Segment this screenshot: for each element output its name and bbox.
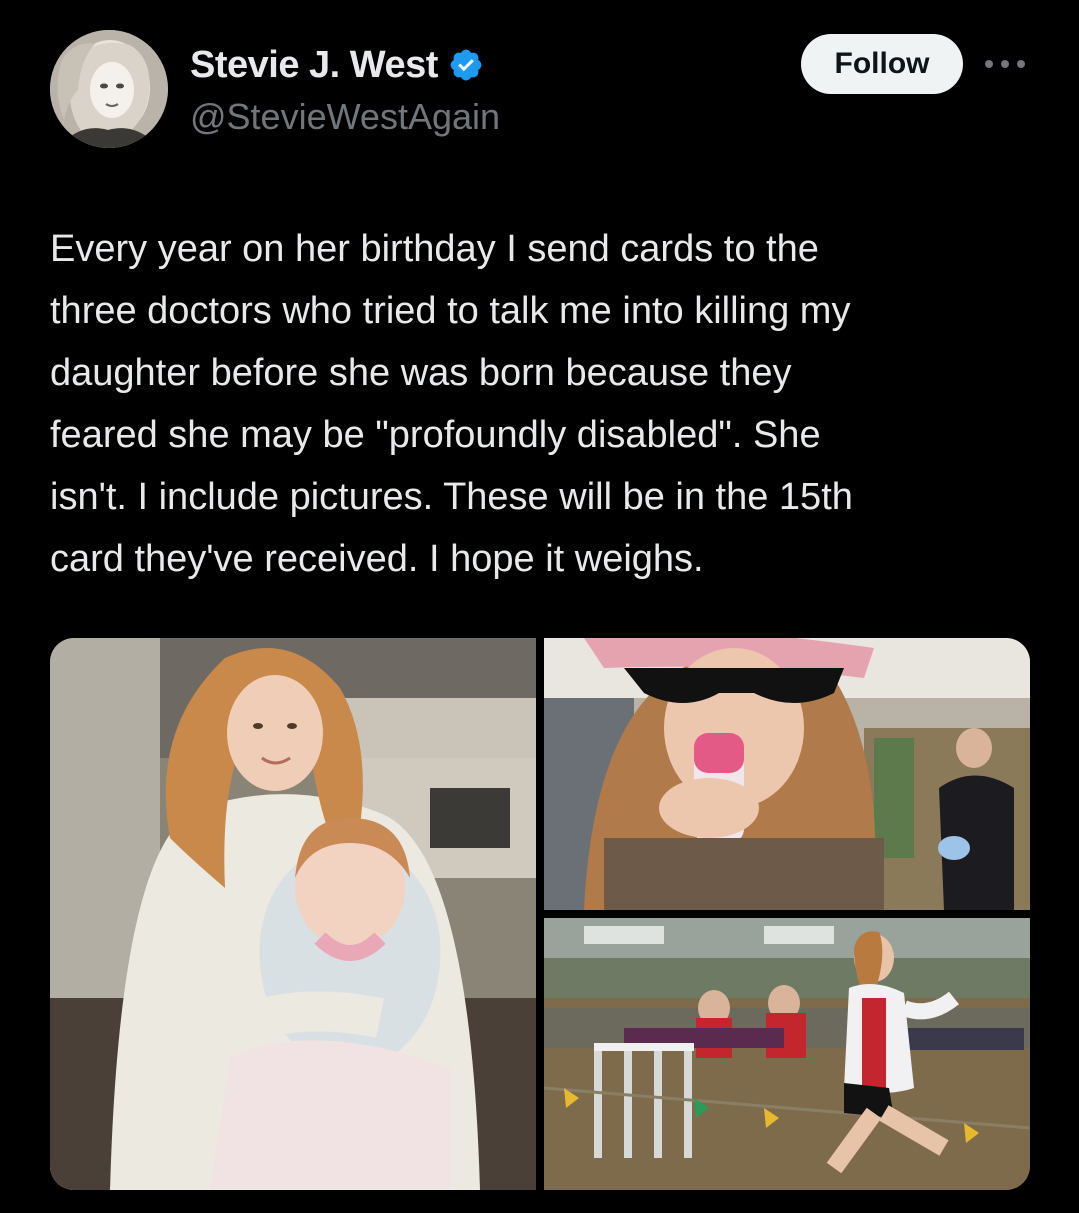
tweet-text: Every year on her birthday I send cards … — [50, 228, 853, 580]
photo-girl-sunglasses-drink[interactable] — [544, 638, 1030, 910]
author-names: Stevie J. West @StevieWestAgain — [190, 42, 500, 138]
tweet-header: Stevie J. West @StevieWestAgain Follow — [50, 30, 1030, 150]
more-dot — [985, 60, 993, 68]
display-name-row: Stevie J. West — [190, 42, 500, 88]
photo-image — [544, 638, 1030, 910]
photo-girl-holding-baby[interactable] — [50, 638, 536, 1190]
author-avatar[interactable] — [50, 30, 168, 148]
verified-badge-icon[interactable] — [448, 47, 484, 83]
author-handle[interactable]: @StevieWestAgain — [190, 96, 500, 138]
photo-image — [50, 638, 536, 1190]
more-dot — [1001, 60, 1009, 68]
photo-girl-running-race[interactable] — [544, 918, 1030, 1190]
photo-image — [544, 918, 1030, 1190]
follow-button[interactable]: Follow — [801, 34, 963, 94]
media-grid — [50, 638, 1030, 1190]
avatar-photo-icon — [50, 30, 168, 148]
author-display-name[interactable]: Stevie J. West — [190, 44, 438, 87]
more-dot — [1017, 60, 1025, 68]
more-horizontal-icon[interactable] — [985, 56, 1025, 72]
